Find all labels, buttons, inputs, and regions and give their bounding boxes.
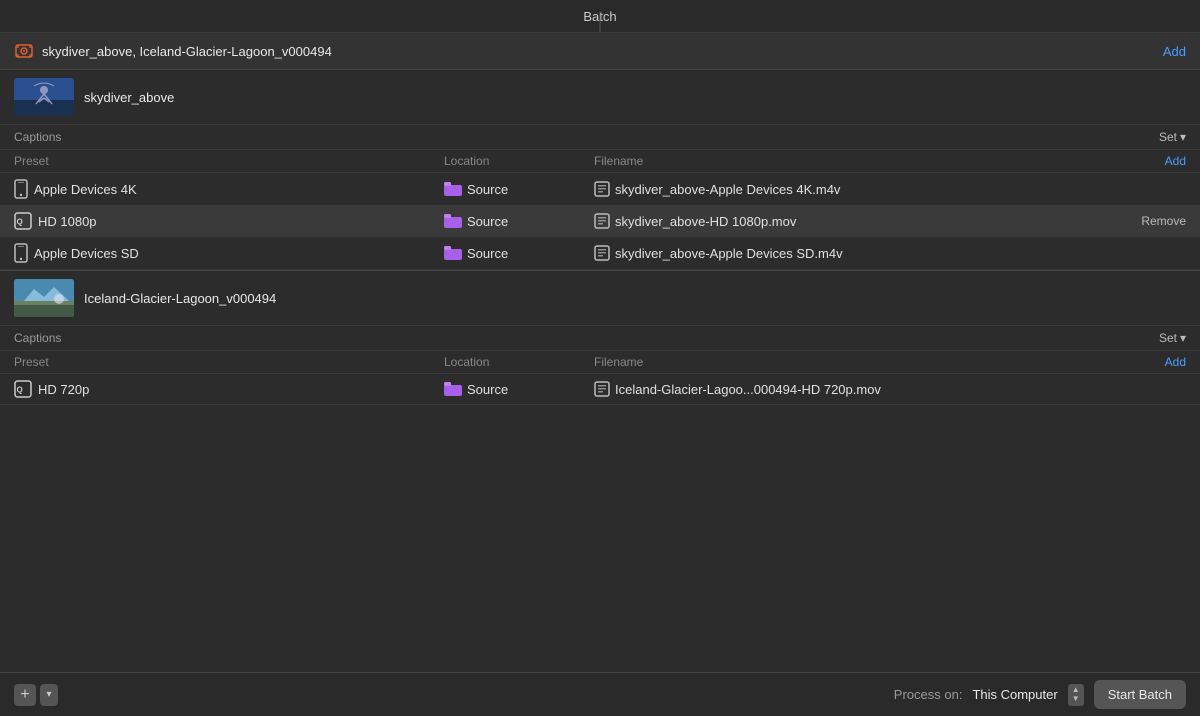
clip1-set-button[interactable]: Set ▾ bbox=[1159, 130, 1186, 144]
clip1-add-link[interactable]: Add bbox=[1116, 154, 1186, 168]
clip1-output-1-preset-label: HD 1080p bbox=[38, 214, 97, 229]
clip1-col-filename-header: Filename bbox=[594, 154, 1116, 168]
clip1-output-0-preset: Apple Devices 4K bbox=[14, 179, 444, 199]
clip2-name: Iceland-Glacier-Lagoon_v000494 bbox=[84, 291, 276, 306]
clip2-thumbnail bbox=[14, 279, 74, 317]
hd-icon: Q bbox=[14, 212, 32, 230]
main-area: skydiver_above, Iceland-Glacier-Lagoon_v… bbox=[0, 33, 1200, 672]
folder-icon bbox=[444, 382, 462, 396]
clip2-set-button[interactable]: Set ▾ bbox=[1159, 331, 1186, 345]
clip1-col-location-header: Location bbox=[444, 154, 594, 168]
job-title: skydiver_above, Iceland-Glacier-Lagoon_v… bbox=[42, 44, 332, 59]
clip1-output-2-location: Source bbox=[444, 246, 594, 261]
clip2-col-header: Preset Location Filename Add bbox=[0, 351, 1200, 374]
clip1-col-header: Preset Location Filename Add bbox=[0, 150, 1200, 173]
clip2-col-preset-header: Preset bbox=[14, 355, 444, 369]
hd-icon: Q bbox=[14, 380, 32, 398]
clip1-output-1-remove[interactable]: Remove bbox=[1116, 214, 1186, 228]
job-header: skydiver_above, Iceland-Glacier-Lagoon_v… bbox=[0, 33, 1200, 70]
bottom-left: + ▾ bbox=[14, 684, 58, 706]
bottom-bar: + ▾ Process on: This Computer ▲ ▼ Start … bbox=[0, 672, 1200, 716]
clip2-output-0-preset: Q HD 720p bbox=[14, 380, 444, 398]
stepper-up-icon: ▲ bbox=[1072, 686, 1080, 694]
file-icon bbox=[594, 181, 610, 197]
clip1-output-0-filename: skydiver_above-Apple Devices 4K.m4v bbox=[594, 181, 1116, 197]
folder-icon bbox=[444, 246, 462, 260]
title-bar: Batch bbox=[0, 0, 1200, 33]
clip2-output-0-location: Source bbox=[444, 382, 594, 397]
clip1-output-row-0: Apple Devices 4K Source skydiver_above-A… bbox=[0, 173, 1200, 206]
clip1-output-0-preset-label: Apple Devices 4K bbox=[34, 182, 137, 197]
clip2-captions-label: Captions bbox=[14, 331, 61, 345]
clip2-captions-row: Captions Set ▾ bbox=[0, 326, 1200, 351]
clip1-output-row-1: Q HD 1080p Source skydiver_above-HD 1080… bbox=[0, 206, 1200, 237]
start-batch-button[interactable]: Start Batch bbox=[1094, 680, 1186, 709]
clip1-thumbnail bbox=[14, 78, 74, 116]
process-on-label: Process on: bbox=[894, 687, 963, 702]
clip2-output-0-preset-label: HD 720p bbox=[38, 382, 89, 397]
process-stepper[interactable]: ▲ ▼ bbox=[1068, 684, 1084, 706]
clip1-output-1-location: Source bbox=[444, 214, 594, 229]
clip1-output-0-location: Source bbox=[444, 182, 594, 197]
phone-icon bbox=[14, 179, 28, 199]
clip2-add-link[interactable]: Add bbox=[1116, 355, 1186, 369]
folder-icon bbox=[444, 182, 462, 196]
clip2-section: Iceland-Glacier-Lagoon_v000494 Captions … bbox=[0, 270, 1200, 405]
clip1-col-preset-header: Preset bbox=[14, 154, 444, 168]
svg-text:Q: Q bbox=[17, 218, 23, 227]
clip1-output-2-filename: skydiver_above-Apple Devices SD.m4v bbox=[594, 245, 1116, 261]
window-title: Batch bbox=[583, 9, 616, 24]
clip1-output-2-preset: Apple Devices SD bbox=[14, 243, 444, 263]
clip2-col-location-header: Location bbox=[444, 355, 594, 369]
add-button[interactable]: + bbox=[14, 684, 36, 706]
file-icon bbox=[594, 245, 610, 261]
bottom-right: Process on: This Computer ▲ ▼ Start Batc… bbox=[894, 680, 1186, 709]
clip2-output-row-0: Q HD 720p Source Iceland-Glacier-Lago bbox=[0, 374, 1200, 405]
clip2-col-filename-header: Filename bbox=[594, 355, 1116, 369]
clip1-name: skydiver_above bbox=[84, 90, 174, 105]
clip1-output-row-2: Apple Devices SD Source skydiver_above-A… bbox=[0, 237, 1200, 270]
clip1-output-1-filename: skydiver_above-HD 1080p.mov bbox=[594, 213, 1116, 229]
clip2-output-0-filename: Iceland-Glacier-Lagoo...000494-HD 720p.m… bbox=[594, 381, 1116, 397]
file-icon bbox=[594, 213, 610, 229]
clip2-row: Iceland-Glacier-Lagoon_v000494 bbox=[0, 271, 1200, 326]
clip1-output-1-preset: Q HD 1080p bbox=[14, 212, 444, 230]
add-dropdown-button[interactable]: ▾ bbox=[40, 684, 58, 706]
folder-icon bbox=[444, 214, 462, 228]
process-on-value: This Computer bbox=[972, 687, 1057, 702]
clip1-row: skydiver_above bbox=[0, 70, 1200, 125]
stepper-down-icon: ▼ bbox=[1072, 695, 1080, 703]
clip1-output-2-preset-label: Apple Devices SD bbox=[34, 246, 139, 261]
phone-icon bbox=[14, 243, 28, 263]
clip1-captions-label: Captions bbox=[14, 130, 61, 144]
clip1-captions-row: Captions Set ▾ bbox=[0, 125, 1200, 150]
job-icon bbox=[14, 41, 34, 61]
job-header-left: skydiver_above, Iceland-Glacier-Lagoon_v… bbox=[14, 41, 332, 61]
svg-text:Q: Q bbox=[17, 386, 23, 395]
file-icon bbox=[594, 381, 610, 397]
job-add-link[interactable]: Add bbox=[1163, 44, 1186, 59]
